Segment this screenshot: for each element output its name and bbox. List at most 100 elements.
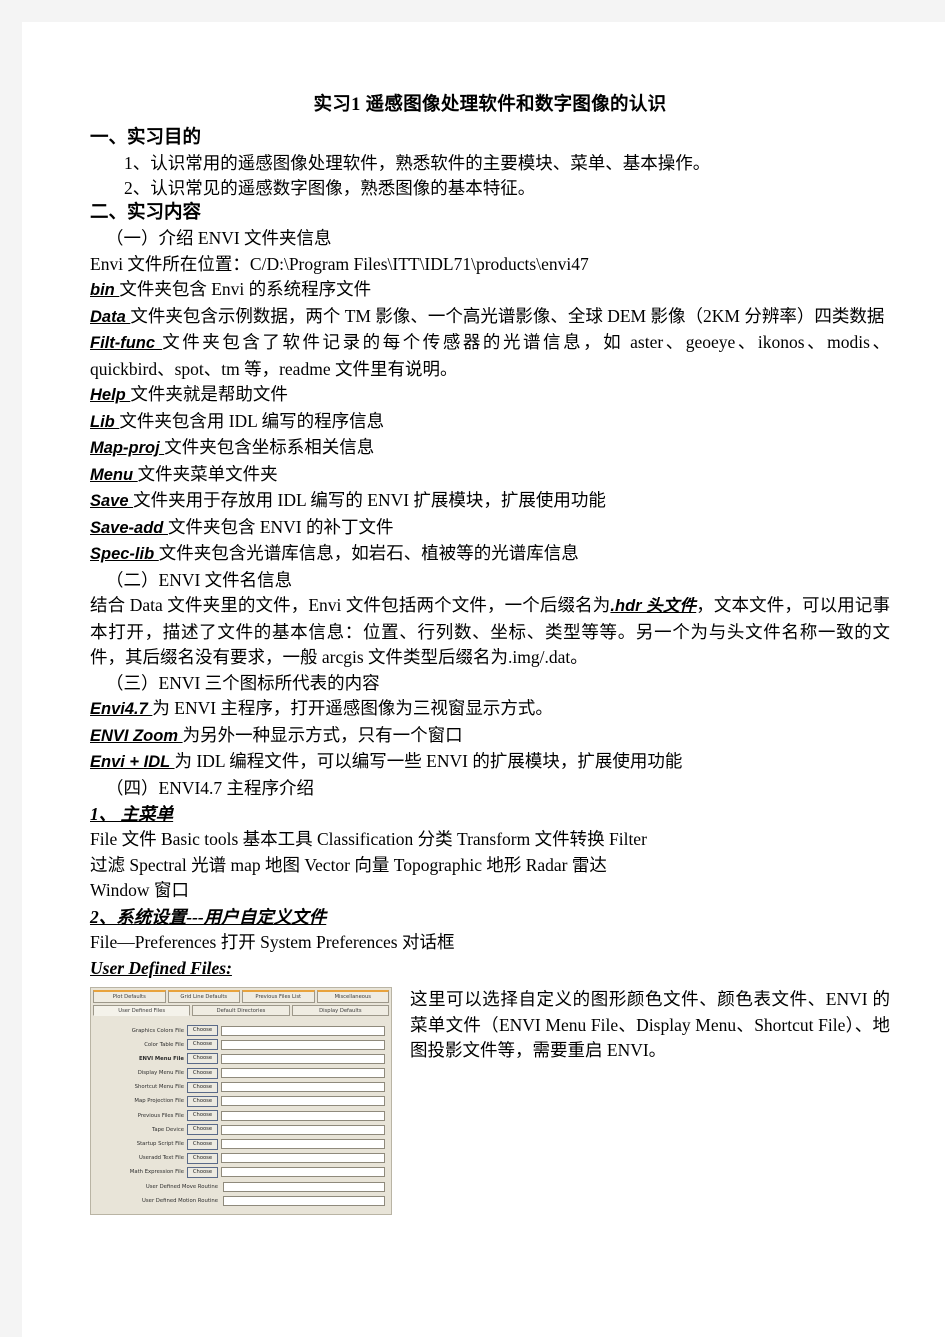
choose-button[interactable]: Choose xyxy=(187,1025,218,1036)
field-label: ENVI Menu File xyxy=(138,1055,184,1062)
field-input[interactable] xyxy=(221,1167,385,1178)
field-row-graphics-colors-file: Graphics Colors File Choose xyxy=(95,1025,385,1036)
folder-entry-help: Help 文件夹就是帮助文件 xyxy=(90,382,890,409)
folder-name: Filt-func xyxy=(90,334,163,352)
field-input[interactable] xyxy=(221,1153,385,1164)
field-input[interactable] xyxy=(221,1053,385,1064)
field-row-previous-files-file: Previous Files File Choose xyxy=(95,1110,385,1122)
field-row-math-expression-file: Math Expression File Choose xyxy=(95,1166,385,1178)
folder-desc: 文件夹用于存放用 IDL 编写的 ENVI 扩展模块，扩展使用功能 xyxy=(133,490,606,510)
icon-entry-envi47: Envi4.7 为 ENVI 主程序，打开遥感图像为三视窗显示方式。 xyxy=(90,696,890,723)
menu-line-1: File 文件 Basic tools 基本工具 Classification … xyxy=(90,829,647,849)
folder-name: Help xyxy=(90,386,131,404)
figure-side-note: 这里可以选择自定义的图形颜色文件、颜色表文件、ENVI 的菜单文件（ENVI M… xyxy=(410,989,890,1060)
field-label: Tape Device xyxy=(151,1126,184,1133)
field-row-map-projection-file: Map Projection File Choose xyxy=(95,1095,385,1107)
field-input[interactable] xyxy=(221,1110,385,1121)
purpose-item-2: 2、认识常见的遥感数字图像，熟悉图像的基本特征。 xyxy=(124,178,536,198)
tab-previous-files-list[interactable]: Previous Files List xyxy=(242,990,315,1003)
field-label: Graphics Colors File xyxy=(131,1027,184,1034)
field-label: User Defined Move Routine xyxy=(145,1183,218,1190)
folder-desc: 文件夹包含了软件记录的每个传感器的光谱信息，如 aster、geoeye、iko… xyxy=(90,332,890,379)
folder-entry-map-proj: Map-proj 文件夹包含坐标系相关信息 xyxy=(90,435,890,462)
heading-part-4: （四）ENVI4.7 主程序介绍 xyxy=(106,777,315,798)
choose-button[interactable]: Choose xyxy=(187,1081,218,1093)
heading-part-2: （二）ENVI 文件名信息 xyxy=(106,569,293,590)
folder-desc: 文件夹包含 ENVI 的补丁文件 xyxy=(167,516,394,537)
field-label: Color Table File xyxy=(144,1041,184,1048)
folder-name: Lib xyxy=(90,412,120,431)
field-input[interactable] xyxy=(221,1139,385,1149)
tab-plot-defaults[interactable]: Plot Defaults xyxy=(93,990,166,1003)
choose-button[interactable]: Choose xyxy=(187,1067,218,1079)
part-2-text-a: 结合 Data 文件夹里的文件，Envi 文件包括两个文件，一个后缀名为 xyxy=(90,595,611,615)
icon-entry-envi-zoom: ENVI Zoom 为另外一种显示方式，只有一个窗口 xyxy=(90,723,890,750)
choose-button[interactable]: Choose xyxy=(187,1039,218,1051)
field-input[interactable] xyxy=(221,1025,385,1036)
field-label: Display Menu File xyxy=(137,1070,184,1077)
menu-line-2: 过滤 Spectral 光谱 map 地图 Vector 向量 Topograp… xyxy=(90,854,607,875)
tab-display-defaults[interactable]: Display Defaults xyxy=(291,1004,389,1016)
field-input[interactable] xyxy=(223,1181,385,1192)
folder-entry-save: Save 文件夹用于存放用 IDL 编写的 ENVI 扩展模块，扩展使用功能 xyxy=(90,488,890,515)
folder-entry-menu: Menu 文件夹菜单文件夹 xyxy=(90,462,890,489)
tab-miscellaneous[interactable]: Miscellaneous xyxy=(316,990,389,1003)
field-input[interactable] xyxy=(221,1068,385,1079)
choose-button[interactable]: Choose xyxy=(187,1152,218,1164)
choose-button[interactable]: Choose xyxy=(187,1166,218,1178)
field-row-user-defined-move-routine: User Defined Move Routine xyxy=(95,1181,385,1192)
dialog-tab-row-upper: Plot Defaults Grid Line Defaults Previou… xyxy=(91,988,391,1003)
heading-part-1: （一）介绍 ENVI 文件夹信息 xyxy=(106,228,332,248)
label-user-defined-files: User Defined Files: xyxy=(90,958,232,978)
field-row-color-table-file: Color Table File Choose xyxy=(95,1039,385,1051)
field-label: Math Expression File xyxy=(129,1169,184,1176)
document-body: 实习1 遥感图像处理软件和数字图像的认识 一、实习目的 1、认识常用的遥感图像处… xyxy=(90,90,890,1216)
folder-desc: 文件夹就是帮助文件 xyxy=(130,384,288,404)
field-label: Map Projection File xyxy=(134,1098,184,1105)
field-input[interactable] xyxy=(221,1124,385,1135)
icon-desc: 为另外一种显示方式，只有一个窗口 xyxy=(182,724,463,745)
choose-button[interactable]: Choose xyxy=(187,1138,218,1150)
choose-button[interactable]: Choose xyxy=(187,1110,218,1122)
heading-part-3: （三）ENVI 三个图标所代表的内容 xyxy=(106,672,380,693)
choose-button[interactable]: Choose xyxy=(187,1095,218,1107)
folder-name: Map-proj xyxy=(90,439,165,457)
folder-name: Spec-lib xyxy=(90,545,159,563)
field-row-startup-script-file: Startup Script File Choose xyxy=(95,1138,385,1150)
field-input[interactable] xyxy=(221,1096,385,1107)
field-input[interactable] xyxy=(221,1082,385,1093)
folder-desc: 文件夹包含光谱库信息，如岩石、植被等的光谱库信息 xyxy=(158,543,579,563)
field-label: User Defined Motion Routine xyxy=(142,1197,218,1204)
field-row-display-menu-file: Display Menu File Choose xyxy=(95,1067,385,1079)
icon-desc: 为 IDL 编程文件，可以编写一些 ENVI 的扩展模块，扩展使用功能 xyxy=(174,751,683,771)
field-row-useradd-text-file: Useradd Text File Choose xyxy=(95,1152,385,1164)
choose-button[interactable]: Choose xyxy=(187,1053,218,1065)
choose-button[interactable]: Choose xyxy=(187,1124,218,1136)
folder-entry-filt-func: Filt-func 文件夹包含了软件记录的每个传感器的光谱信息，如 aster、… xyxy=(90,330,890,382)
hdr-emphasis: .hdr 头文件 xyxy=(610,597,697,615)
tab-user-defined-files[interactable]: User Defined Files xyxy=(93,1004,191,1016)
folder-entry-spec-lib: Spec-lib 文件夹包含光谱库信息，如岩石、植被等的光谱库信息 xyxy=(90,541,890,568)
folder-entry-save-add: Save-add 文件夹包含 ENVI 的补丁文件 xyxy=(90,515,890,542)
envi-preferences-dialog-screenshot: Plot Defaults Grid Line Defaults Previou… xyxy=(90,987,392,1216)
icon-desc: 为 ENVI 主程序，打开遥感图像为三视窗显示方式。 xyxy=(152,698,553,718)
field-row-tape-device: Tape Device Choose xyxy=(95,1124,385,1136)
folder-entry-bin: bin 文件夹包含 Envi 的系统程序文件 xyxy=(90,277,890,304)
heading-main-menu: 1、 主菜单 xyxy=(90,804,174,824)
icon-name: Envi + IDL xyxy=(90,753,175,771)
figure-and-note-row: Plot Defaults Grid Line Defaults Previou… xyxy=(90,987,890,1216)
tab-grid-line-defaults[interactable]: Grid Line Defaults xyxy=(167,990,240,1003)
folder-desc: 文件夹包含坐标系相关信息 xyxy=(164,437,375,457)
tab-default-directories[interactable]: Default Directories xyxy=(192,1004,290,1016)
dialog-tab-row-lower: User Defined Files Default Directories D… xyxy=(91,1003,391,1016)
folder-desc: 文件夹菜单文件夹 xyxy=(137,463,278,484)
heading-purpose: 一、实习目的 xyxy=(90,128,202,148)
field-row-envi-menu-file: ENVI Menu File Choose xyxy=(95,1053,385,1065)
part-2-paragraph: 结合 Data 文件夹里的文件，Envi 文件包括两个文件，一个后缀名为.hdr… xyxy=(90,593,890,671)
folder-name: Save-add xyxy=(90,518,168,537)
folder-desc: 文件夹包含 Envi 的系统程序文件 xyxy=(119,279,372,299)
field-label: Startup Script File xyxy=(136,1141,184,1147)
field-input[interactable] xyxy=(223,1195,385,1206)
field-input[interactable] xyxy=(221,1039,385,1050)
folder-name: Data xyxy=(90,307,131,326)
